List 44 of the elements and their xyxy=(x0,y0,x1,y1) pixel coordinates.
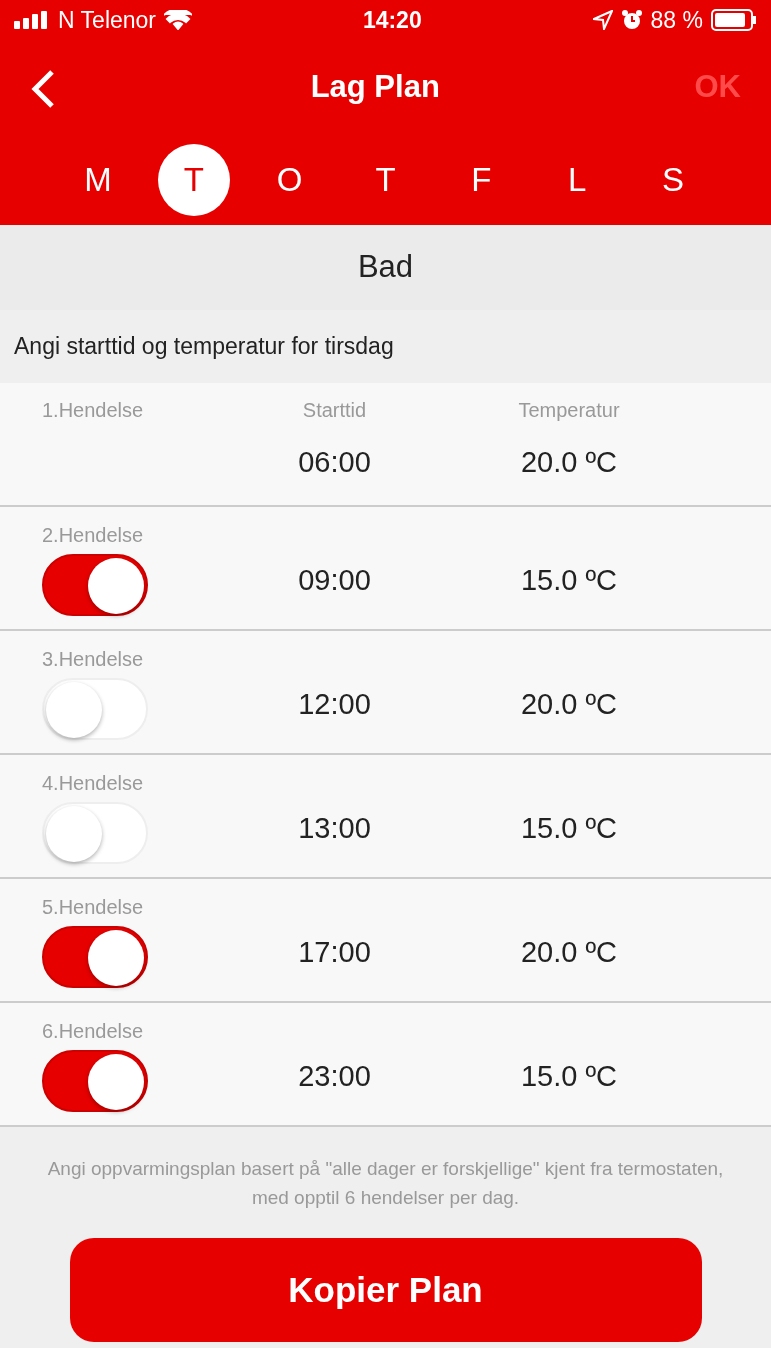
instruction-text: Angi starttid og temperatur for tirsdag xyxy=(14,332,394,362)
event-label: 5.Hendelse xyxy=(42,895,145,920)
start-time[interactable]: 12:00 xyxy=(242,683,427,727)
temperature-value[interactable]: 20.0 ºC xyxy=(427,441,711,485)
start-time[interactable]: 23:00 xyxy=(242,1055,427,1099)
day-tab[interactable]: M xyxy=(62,144,134,216)
temperature-value[interactable]: 20.0 ºC xyxy=(427,931,711,975)
toggle-switch[interactable] xyxy=(42,1050,148,1112)
event-label: 4.Hendelse xyxy=(42,771,145,796)
day-tab[interactable]: S xyxy=(636,144,709,216)
day-tab[interactable]: T xyxy=(157,144,230,216)
room-name: Bad xyxy=(0,225,771,310)
temperature-value[interactable]: 15.0 ºC xyxy=(427,1055,711,1099)
battery-percent: 88 % xyxy=(650,5,703,35)
clock-time: 14:20 xyxy=(362,5,422,35)
copy-plan-button[interactable]: Kopier Plan xyxy=(69,1238,702,1342)
event-label: 6.Hendelse xyxy=(42,1019,145,1044)
day-tab[interactable]: F xyxy=(445,144,518,216)
temperature-value[interactable]: 15.0 ºC xyxy=(427,807,711,851)
carrier-name: N Telenor xyxy=(58,5,157,35)
start-time[interactable]: 13:00 xyxy=(242,807,427,851)
column-header: Temperatur xyxy=(517,398,621,423)
toggle-switch[interactable] xyxy=(42,926,148,988)
location-arrow-icon xyxy=(592,10,613,30)
temperature-value[interactable]: 15.0 ºC xyxy=(427,559,711,603)
column-header: Starttid xyxy=(301,398,368,423)
battery-icon xyxy=(711,9,757,31)
wifi-icon xyxy=(164,10,193,30)
toggle-switch[interactable] xyxy=(42,554,148,616)
start-time[interactable]: 09:00 xyxy=(242,559,427,603)
back-chevron-icon xyxy=(30,69,56,110)
temperature-value[interactable]: 20.0 ºC xyxy=(427,683,711,727)
event-label: 2.Hendelse xyxy=(42,523,145,548)
start-time[interactable]: 06:00 xyxy=(242,441,427,485)
event-label: 1.Hendelse xyxy=(42,398,145,423)
alarm-clock-icon xyxy=(620,9,643,31)
day-tab[interactable]: O xyxy=(253,144,326,216)
day-tab[interactable]: T xyxy=(349,144,422,216)
event-label: 3.Hendelse xyxy=(42,647,145,672)
day-tab[interactable]: L xyxy=(541,144,614,216)
start-time[interactable]: 17:00 xyxy=(242,931,427,975)
help-text: Angi oppvarmingsplan basert på "alle dager er forskjellige" kjent fra termostaten, med opptil 6 hendelser per dag. xyxy=(47,1158,724,1208)
screen-title: Lag Plan xyxy=(310,68,440,107)
signal-icon xyxy=(14,11,50,29)
